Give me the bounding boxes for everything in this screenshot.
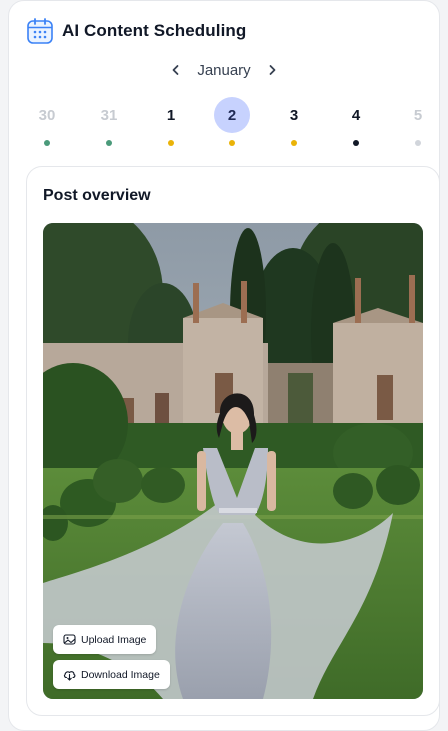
month-navigator: January [9, 59, 439, 81]
day-item[interactable]: 2 [214, 97, 250, 146]
scheduling-panel: AI Content Scheduling January 30 31 1 2 … [8, 0, 440, 731]
day-number: 31 [100, 106, 118, 124]
status-dot [229, 140, 235, 146]
chevron-right-icon [269, 65, 276, 75]
status-dot [415, 140, 421, 146]
upload-image-label: Upload Image [81, 633, 147, 646]
day-strip: 30 31 1 2 3 4 5 [9, 97, 439, 157]
calendar-icon [27, 18, 53, 44]
status-dot [168, 140, 174, 146]
status-dot [291, 140, 297, 146]
download-image-button[interactable]: Download Image [53, 660, 170, 689]
day-number: 2 [214, 97, 250, 133]
image-upload-icon [63, 634, 76, 645]
chevron-left-icon [172, 65, 179, 75]
day-item[interactable]: 5 [400, 97, 436, 146]
day-number: 5 [413, 106, 423, 124]
day-item[interactable]: 1 [153, 97, 189, 146]
day-number: 1 [166, 106, 176, 124]
day-number: 3 [289, 106, 299, 124]
day-item[interactable]: 31 [91, 97, 127, 146]
day-number: 4 [351, 106, 361, 124]
cloud-download-icon [63, 671, 76, 681]
day-item[interactable]: 30 [29, 97, 65, 146]
app-title: AI Content Scheduling [62, 21, 247, 40]
day-item[interactable]: 4 [338, 97, 374, 146]
post-overview-card: Post overview Upload Image Download Imag… [26, 166, 440, 716]
header: AI Content Scheduling [26, 17, 246, 45]
month-label: January [197, 61, 251, 79]
next-month-button[interactable] [263, 61, 281, 79]
day-number: 30 [38, 106, 56, 124]
status-dot [106, 140, 112, 146]
upload-image-button[interactable]: Upload Image [53, 625, 157, 654]
download-image-label: Download Image [81, 668, 160, 681]
post-image: Upload Image Download Image [43, 223, 423, 699]
day-item[interactable]: 3 [276, 97, 312, 146]
post-overview-title: Post overview [43, 187, 151, 204]
status-dot [44, 140, 50, 146]
status-dot [353, 140, 359, 146]
prev-month-button[interactable] [167, 61, 185, 79]
